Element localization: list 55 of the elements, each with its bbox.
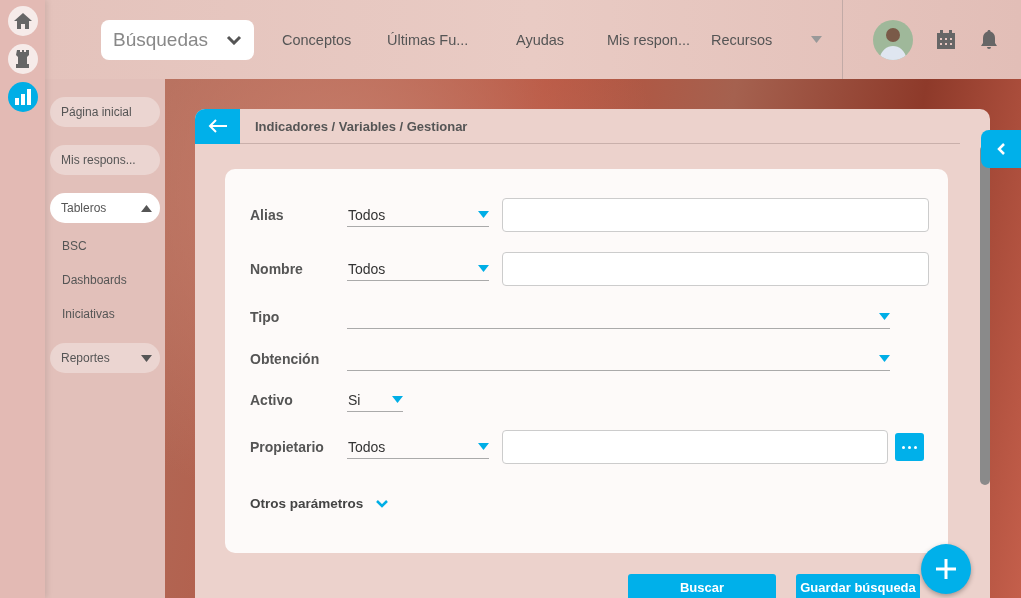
input-field[interactable] [502, 252, 929, 286]
dropdown[interactable]: Todos [347, 435, 489, 459]
calendar-icon[interactable] [937, 30, 955, 49]
caret-icon [879, 355, 890, 362]
caret-icon [478, 443, 489, 450]
field-label: Obtención [250, 351, 321, 367]
back-button[interactable] [195, 108, 240, 144]
side-panel-tab[interactable] [981, 130, 1021, 168]
breadcrumb: Indicadores / Variables / Gestionar [255, 118, 468, 134]
sidebar-subitem[interactable]: Iniciativas [50, 297, 160, 331]
sidebar-item[interactable]: Mis respons... [50, 145, 160, 175]
nav-button[interactable] [7, 6, 38, 36]
sidebar-item[interactable]: Tableros [50, 193, 160, 223]
chevron-left-icon [996, 142, 1006, 156]
ellipsis-icon [902, 445, 917, 449]
chevron-down-icon [226, 34, 242, 45]
nav-link[interactable]: Recursos [711, 31, 811, 48]
more-options-toggle[interactable]: Otros parámetros [250, 496, 390, 511]
dropdown[interactable]: Si [347, 388, 403, 412]
field-label: Nombre [250, 261, 304, 277]
caret-icon [879, 313, 890, 320]
avatar[interactable] [873, 19, 913, 60]
nav-link[interactable]: Últimas Fu... [387, 31, 516, 48]
caret-icon [141, 204, 152, 212]
field-label: Tipo [250, 309, 281, 325]
nav-link[interactable]: Ayudas [516, 31, 607, 48]
nav-button[interactable] [7, 82, 38, 112]
bell-icon[interactable] [981, 30, 997, 49]
plus-icon [935, 558, 957, 580]
field-label: Alias [250, 207, 285, 223]
bar-chart-icon [14, 89, 31, 105]
input-field[interactable] [502, 430, 888, 464]
nav-button[interactable] [7, 44, 38, 74]
home-icon [13, 13, 32, 29]
arrow-left-icon [207, 119, 228, 133]
caret-icon [478, 265, 489, 272]
caret-icon [141, 354, 152, 362]
caret-icon [811, 36, 822, 43]
field-label: Propietario [250, 439, 325, 455]
sidebar-subitem[interactable]: BSC [50, 229, 160, 263]
dropdown[interactable]: Todos [347, 257, 489, 281]
rook-icon [15, 50, 30, 68]
sidebar-subitem[interactable]: Dashboards [50, 263, 160, 297]
chevron-down-icon [375, 499, 390, 508]
sidebar-item[interactable]: Reportes [50, 343, 160, 373]
nav-link[interactable]: Mis respon... [607, 31, 711, 48]
input-field[interactable] [502, 198, 929, 232]
dropdown[interactable]: Todos [347, 203, 489, 227]
search-dropdown[interactable]: Búsquedas [101, 19, 254, 60]
field-label: Activo [250, 392, 294, 408]
caret-icon [392, 396, 403, 403]
sidebar-item[interactable]: Página inicial [50, 97, 160, 127]
caret-icon [478, 211, 489, 218]
nav-link[interactable]: Conceptos [282, 31, 387, 48]
more-button[interactable] [895, 433, 924, 461]
